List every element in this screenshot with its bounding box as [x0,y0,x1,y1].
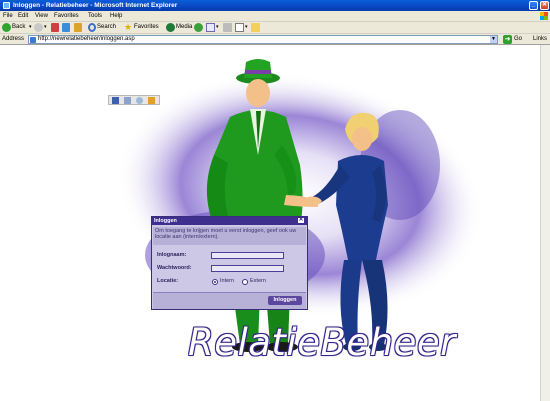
menu-view[interactable]: View [35,11,48,21]
username-label: Inlognaam: [157,252,187,258]
page-content: Inloggen ✕ Om toegang te krijgen moet u … [0,45,540,401]
username-input[interactable] [211,252,284,259]
password-input[interactable] [211,265,284,272]
history-icon[interactable] [194,23,203,32]
image-toolbar [108,95,160,105]
media-icon[interactable] [166,23,175,32]
menu-favorites[interactable]: Favorites [54,11,79,21]
edit-icon[interactable] [235,23,244,32]
dialog-info-text: Om toegang te krijgen moet u eerst inlog… [153,227,306,245]
favorites-button-label[interactable]: Favorites [134,22,159,33]
ie-icon [3,2,10,9]
close-icon[interactable]: ✕ [297,217,305,224]
address-url[interactable]: http://newrelatiebeheer/inloggen.asp [38,36,135,43]
login-dialog: Inloggen ✕ Om toegang te krijgen moet u … [151,216,308,310]
folder-icon[interactable] [148,97,155,104]
back-button-label[interactable]: Back [12,22,25,33]
folder-icon[interactable] [251,23,260,32]
page-icon [30,37,36,43]
menu-edit[interactable]: Edit [18,11,28,21]
address-label: Address [2,36,25,42]
go-arrow-icon[interactable]: ➜ [503,35,512,44]
print-icon[interactable] [223,23,232,32]
back-arrow-icon[interactable] [2,23,11,32]
menu-tools[interactable]: Tools [88,11,102,21]
window-title: Inloggen - Relatiebeheer - Microsoft Int… [13,2,178,9]
print-icon[interactable] [124,97,131,104]
close-window-button[interactable]: ✕ [540,1,549,10]
radio-intern-label[interactable]: Intern [220,278,234,285]
menu-file[interactable]: File [3,11,13,21]
mail-icon[interactable] [206,23,215,32]
browser-toolbar: Back ▾ ▾ Search ★ Favorites Media ▾ ▾ [0,21,550,33]
search-icon[interactable] [88,23,96,32]
window-titlebar: Inloggen - Relatiebeheer - Microsoft Int… [0,0,550,11]
menu-bar: File Edit View Favorites Tools Help [0,11,550,21]
stop-icon[interactable] [51,23,59,32]
dialog-footer: Inloggen [153,293,306,309]
password-label: Wachtwoord: [157,265,192,271]
dialog-title: Inloggen [154,218,177,224]
minimize-button[interactable]: _ [529,1,538,10]
location-label: Locatie: [157,278,179,284]
save-icon[interactable] [112,97,119,104]
radio-extern-label[interactable]: Extern [250,278,266,285]
windows-logo-icon [540,12,548,20]
dialog-form: Inlognaam: Wachtwoord: Locatie: Intern E… [153,247,306,291]
address-input[interactable]: http://newrelatiebeheer/inloggen.asp ▼ [28,35,498,44]
vertical-scrollbar[interactable] [540,45,550,401]
media-button-label[interactable]: Media [176,22,192,33]
home-icon[interactable] [74,23,82,32]
chevron-down-icon[interactable]: ▼ [490,36,497,43]
chevron-down-icon[interactable]: ▾ [245,23,248,32]
refresh-icon[interactable] [62,23,70,32]
mail-icon[interactable] [136,97,143,104]
forward-arrow-icon[interactable] [34,23,43,32]
chevron-down-icon[interactable]: ▾ [216,23,219,32]
menu-help[interactable]: Help [110,11,122,21]
radio-extern[interactable] [242,279,248,285]
links-button[interactable]: Links [533,34,547,44]
login-button[interactable]: Inloggen [268,296,302,305]
brand-logo-text: RelatieBeheer [188,321,456,364]
address-bar: Address http://newrelatiebeheer/inloggen… [0,33,550,45]
chevron-down-icon[interactable]: ▾ [44,23,47,32]
go-button-label[interactable]: Go [514,34,522,44]
star-icon[interactable]: ★ [124,23,133,32]
radio-intern[interactable] [212,279,218,285]
chevron-down-icon[interactable]: ▾ [29,23,32,32]
dialog-titlebar: Inloggen ✕ [152,217,307,225]
search-button-label[interactable]: Search [97,22,116,33]
